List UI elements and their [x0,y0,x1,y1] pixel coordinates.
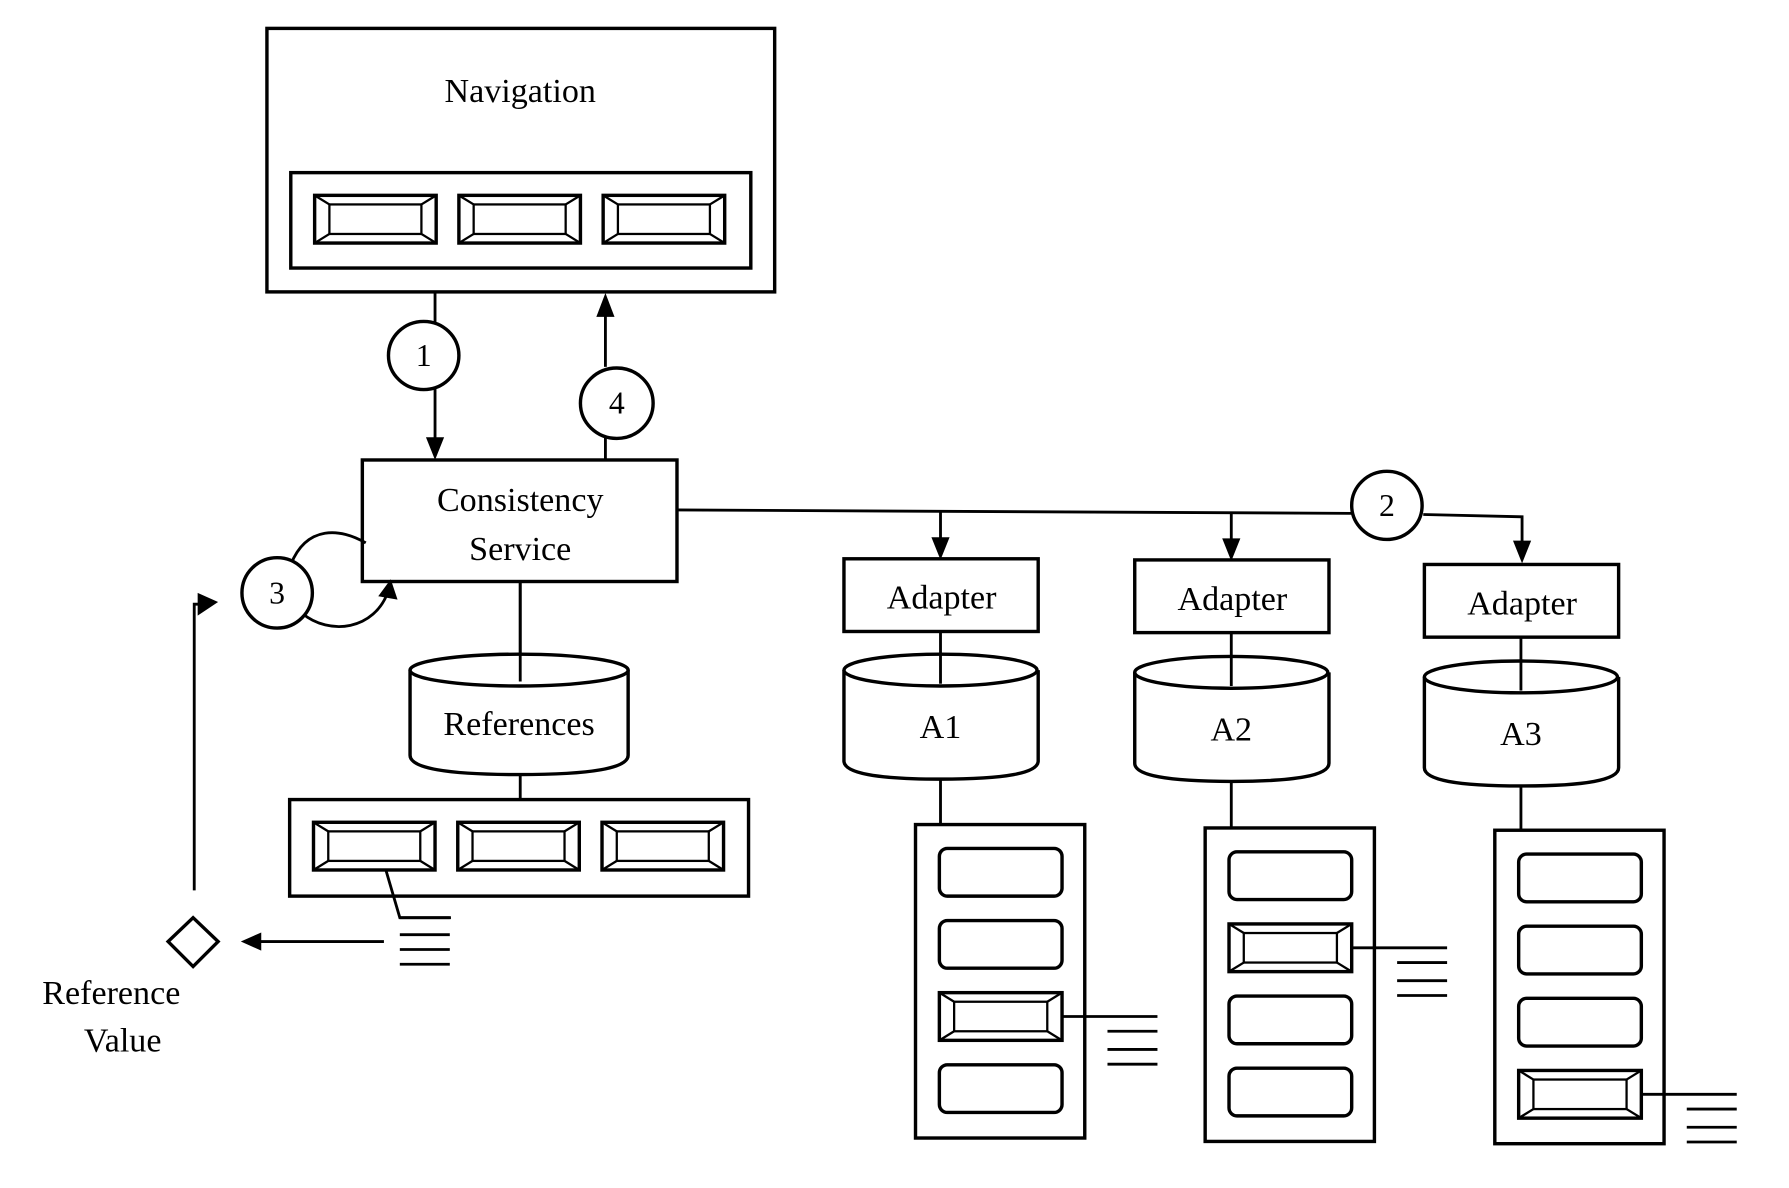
step-3-label: 3 [269,575,285,610]
value-lines-icon-1 [1107,1029,1158,1066]
reference-value-diamond-icon [165,915,221,969]
reference-value-feedback-line [192,602,205,891]
consistency-service-line2: Service [469,531,571,568]
store-label-2: A2 [1210,712,1252,749]
references-value-lines-icon [399,916,450,966]
references-widget-2 [456,820,581,872]
adapter-column-3: Adapter A3 [1422,562,1737,1146]
consistency-service-line1: Consistency [437,482,604,519]
list-item-selected-3 [1516,1068,1644,1120]
step-4-label: 4 [609,386,625,421]
list-item-selected-1 [937,990,1064,1043]
references-label: References [443,706,594,743]
reference-value-line1: Reference [42,975,180,1012]
navigation-widget-1 [312,193,438,245]
references-widgets [311,820,726,872]
reference-value-line2: Value [84,1023,162,1060]
adapter-column-2: Adapter A2 [1133,558,1448,1144]
bus-arrowhead-a3 [1512,540,1532,564]
references-widget-1 [311,820,437,872]
reference-value-feedback-arrowhead [197,592,219,616]
list-item-selected-2 [1227,922,1354,974]
value-lines-icon-3 [1686,1107,1737,1144]
consistency-service-component: Consistency Service [360,458,679,584]
store-label-1: A1 [920,709,962,746]
navigation-widgets [312,193,727,245]
navigation-title: Navigation [445,73,596,110]
references-value-lines [399,916,450,966]
reference-value-arrowhead [240,932,262,951]
bus-line-main [676,508,1352,515]
step-4-arrowhead [596,293,615,317]
list-item-3-1 [1516,852,1644,904]
store-label-3: A3 [1500,716,1542,753]
list-item-2-3 [1227,994,1354,1046]
list-item-2-4 [1227,1066,1354,1118]
adapter-column-1: Adapter A1 [842,557,1158,1140]
adapter-label-3: Adapter [1467,585,1577,622]
list-item-1-2 [937,918,1064,970]
list-item-3-3 [1516,996,1644,1048]
step-1-arrowhead [425,437,445,460]
step-4-connector: 4 [578,293,655,460]
list-item-1-4 [937,1063,1064,1115]
list-item-3-2 [1516,924,1644,976]
step-3-loop-lower [301,590,390,628]
navigation-widget-3 [601,193,727,245]
value-lines-icon-2 [1397,961,1448,997]
references-store: References [408,581,630,777]
step-2-bus: 2 [676,469,1532,564]
adapter-label-2: Adapter [1178,581,1288,618]
references-widget-3 [600,820,726,872]
bus-arrowhead-a1 [931,537,950,560]
navigation-widget-2 [457,193,583,245]
step-1-label: 1 [416,338,432,373]
list-item-1-1 [937,846,1064,898]
step-3-loop-upper [289,531,367,565]
bus-arrowhead-a2 [1222,538,1241,562]
adapter-columns: Adapter A1 Adapter A2 Adapter A3 [842,557,1737,1146]
adapter-label-1: Adapter [887,580,997,617]
bus-line-a3 [1423,513,1524,543]
references-widget-panel [287,797,751,966]
step-1-connector: 1 [386,291,461,460]
navigation-component: Navigation [265,26,777,294]
architecture-diagram: Navigation 1 4 Consistency Service 3 Ref… [42,26,1737,1146]
list-item-2-1 [1227,850,1354,902]
step-2-label: 2 [1379,488,1395,523]
